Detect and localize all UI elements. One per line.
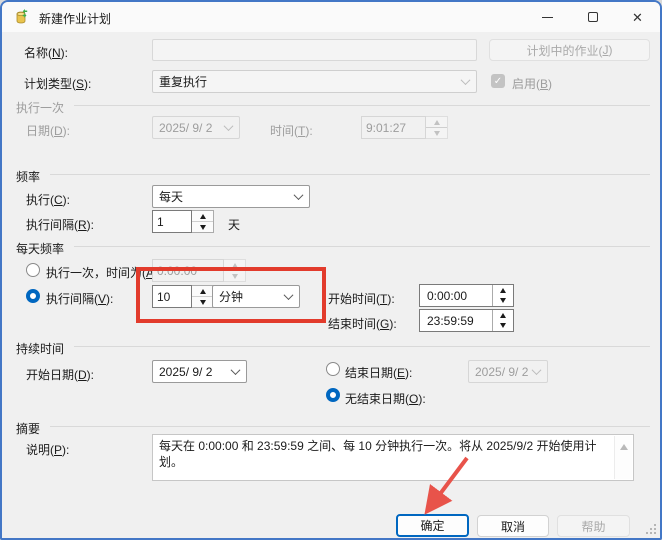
minimize-icon [542,17,553,18]
one-time-date-label: 日期(D): [26,122,70,139]
close-button[interactable]: ✕ [615,2,660,32]
start-date-combo[interactable]: 2025/ 9/ 2 [152,360,247,383]
occurs-once-radio[interactable] [26,263,40,277]
section-divider [50,174,650,175]
no-end-date-radio[interactable] [326,388,340,402]
schedule-type-combo[interactable]: 重复执行 [152,70,477,93]
spinner-down-icon [426,127,447,138]
job-schedule-database-icon [14,8,32,26]
jobs-in-schedule-button: 计划中的作业(J) [489,39,650,61]
schedule-type-value: 重复执行 [159,73,207,90]
ok-button[interactable]: 确定 [396,514,469,537]
one-time-date-value: 2025/ 9/ 2 [159,121,212,135]
new-job-schedule-dialog: 新建作业计划 ✕ 名称(N): 计划中的作业(J) 计划类型(S): 重复执行 … [0,0,662,540]
occurs-combo[interactable]: 每天 [152,185,310,208]
chevron-down-icon [224,121,234,131]
one-time-time-spinner: 9:01:27 [361,116,448,139]
occurs-every-label: 执行间隔(V): [46,290,113,307]
schedule-type-label: 计划类型(S): [24,75,91,92]
minimize-button[interactable] [525,2,570,32]
start-time-spinner[interactable]: 0:00:00 [419,284,514,307]
recurs-label: 执行间隔(R): [26,216,94,233]
spinner-up-icon [426,117,447,127]
section-divider [50,426,650,427]
chevron-down-icon [231,365,241,375]
description-label: 说明(P): [26,441,69,458]
start-date-value: 2025/ 9/ 2 [159,365,212,379]
recurs-value[interactable]: 1 [152,210,192,233]
recurs-spinner[interactable]: 1 [152,210,214,233]
close-icon: ✕ [632,11,643,24]
end-time-label: 结束时间(G): [328,315,397,332]
end-time-spinner[interactable]: 23:59:59 [419,309,514,332]
description-text: 每天在 0:00:00 和 23:59:59 之间、每 10 分钟执行一次。将从… [159,438,611,470]
help-button: 帮助 [557,515,630,537]
end-time-value[interactable]: 23:59:59 [420,310,492,331]
start-date-label: 开始日期(D): [26,366,94,383]
spinner-down-icon[interactable] [493,321,513,332]
one-time-time-label: 时间(T): [270,122,313,139]
no-end-date-label: 无结束日期(O): [345,390,426,407]
start-time-value[interactable]: 0:00:00 [420,285,492,306]
titlebar: 新建作业计划 ✕ [2,2,660,32]
section-divider [74,346,650,347]
maximize-button[interactable] [570,2,615,32]
description-scrollbar[interactable] [614,436,632,479]
spinner-up-icon[interactable] [192,211,213,221]
one-time-section-title: 执行一次 [16,99,64,116]
highlight-rectangle-annotation [136,267,326,323]
description-box: 每天在 0:00:00 和 23:59:59 之间、每 10 分钟执行一次。将从… [152,434,634,481]
frequency-section-title: 频率 [16,168,40,185]
daily-frequency-section-title: 每天频率 [16,240,64,257]
duration-section-title: 持续时间 [16,340,64,357]
recurs-unit-label: 天 [228,216,240,233]
occurs-label: 执行(C): [26,191,70,208]
end-date-radio[interactable] [326,362,340,376]
one-time-time-value: 9:01:27 [361,116,426,139]
name-input [152,39,477,61]
end-date-label: 结束日期(E): [345,364,412,381]
spinner-down-icon[interactable] [192,221,213,232]
end-date-value: 2025/ 9/ 2 [475,365,528,379]
scroll-up-icon [620,444,628,450]
end-date-combo: 2025/ 9/ 2 [468,360,548,383]
occurs-every-radio[interactable] [26,289,40,303]
enabled-checkbox: ✓ [491,74,505,88]
resize-grip[interactable] [644,522,656,534]
start-time-label: 开始时间(T): [328,290,395,307]
chevron-down-icon [532,365,542,375]
one-time-date-combo: 2025/ 9/ 2 [152,116,240,139]
occurs-value: 每天 [159,188,183,205]
enabled-label: 启用(B) [512,75,552,92]
chevron-down-icon [461,75,471,85]
section-divider [74,105,650,106]
spinner-down-icon[interactable] [493,296,513,307]
summary-section-title: 摘要 [16,420,40,437]
dialog-title: 新建作业计划 [39,10,111,27]
check-icon: ✓ [494,76,502,87]
spinner-up-icon[interactable] [493,285,513,296]
cancel-button[interactable]: 取消 [477,515,549,537]
maximize-icon [588,12,598,22]
chevron-down-icon [294,190,304,200]
name-label: 名称(N): [24,44,68,61]
section-divider [74,246,650,247]
spinner-up-icon[interactable] [493,310,513,321]
